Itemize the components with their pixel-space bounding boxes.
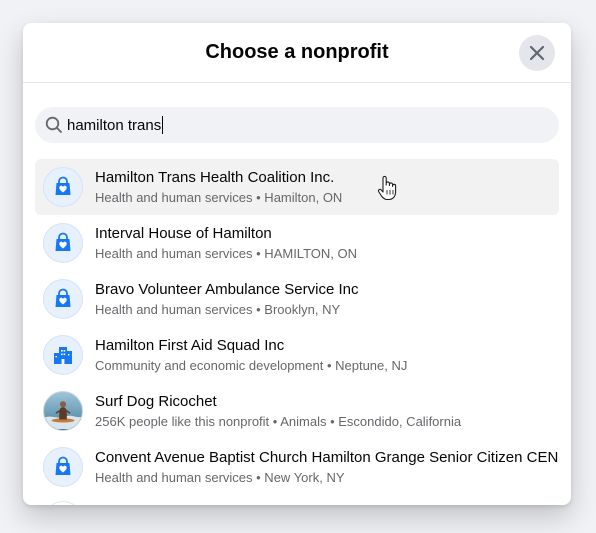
result-row[interactable]: Interval House of Hamilton Health and hu… [35,215,559,271]
search-box[interactable]: hamilton trans [35,107,559,143]
result-name: Hamilton Trans Health Coalition Inc. [95,169,335,186]
dialog-header: Choose a nonprofit [23,23,571,83]
close-button[interactable] [519,35,555,71]
heart-bag-icon [43,167,83,207]
result-row[interactable]: Surf Dog Ricochet 256K people like this … [35,383,559,439]
result-subtitle: 256K people like this nonprofit • Animal… [95,414,462,429]
dialog-title: Choose a nonprofit [205,41,389,63]
search-input[interactable]: hamilton trans [67,116,164,134]
heart-bag-icon [43,279,83,319]
hand-pointer-icon [377,175,397,201]
results-list: Hamilton Trans Health Coalition Inc. Hea… [35,159,559,495]
result-text: Interval House of Hamilton Health and hu… [95,224,357,262]
result-name: Interval House of Hamilton [95,225,272,242]
choose-nonprofit-dialog: Choose a nonprofit hamilton trans Hamilt… [23,23,571,505]
result-name: Surf Dog Ricochet [95,393,217,410]
next-result-avatar-partial [43,501,83,505]
result-name: Convent Avenue Baptist Church Hamilton G… [95,449,559,466]
search-input-value: hamilton trans [67,116,162,134]
result-text: Hamilton Trans Health Coalition Inc. Hea… [95,168,342,206]
result-row[interactable]: Convent Avenue Baptist Church Hamilton G… [35,439,559,495]
result-row[interactable]: Hamilton Trans Health Coalition Inc. Hea… [35,159,559,215]
close-icon [529,45,545,61]
result-row[interactable]: Hamilton First Aid Squad Inc Community a… [35,327,559,383]
result-subtitle: Health and human services • Hamilton, ON [95,190,343,205]
result-subtitle: Community and economic development • Nep… [95,358,408,373]
heart-bag-icon [43,223,83,263]
result-subtitle: Health and human services • HAMILTON, ON [95,246,357,261]
result-name: Bravo Volunteer Ambulance Service Inc [95,281,359,298]
result-subtitle: Health and human services • Brooklyn, NY [95,302,341,317]
search-icon [45,116,63,134]
result-subtitle: Health and human services • New York, NY [95,470,345,485]
result-text: Bravo Volunteer Ambulance Service Inc He… [95,280,358,318]
text-caret [162,116,164,134]
result-name: Hamilton First Aid Squad Inc [95,337,285,354]
result-text: Convent Avenue Baptist Church Hamilton G… [95,448,558,486]
result-text: Hamilton First Aid Squad Inc Community a… [95,336,407,374]
result-row[interactable]: Bravo Volunteer Ambulance Service Inc He… [35,271,559,327]
heart-bag-icon [43,447,83,487]
buildings-icon [43,335,83,375]
profile-photo [43,391,83,431]
result-text: Surf Dog Ricochet 256K people like this … [95,392,461,430]
